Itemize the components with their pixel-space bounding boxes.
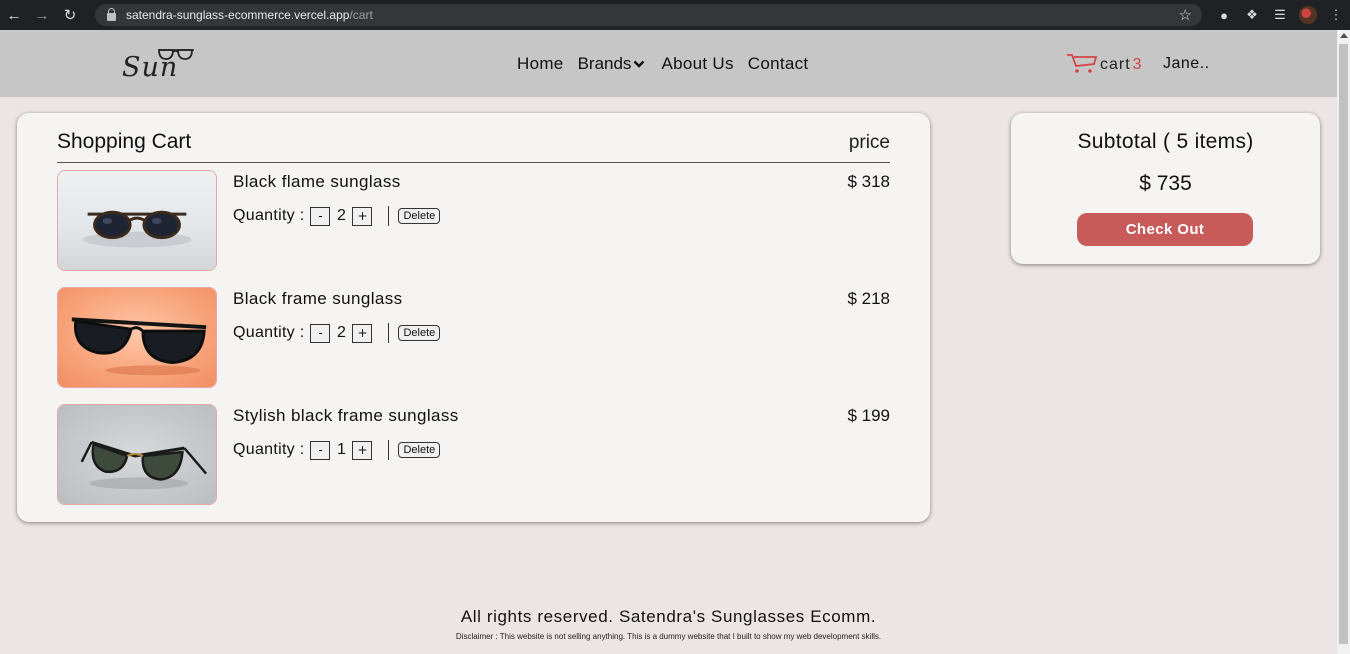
footer-disclaimer: Disclaimer : This website is not selling… <box>455 632 882 641</box>
reload-icon[interactable]: ↻ <box>56 0 84 30</box>
page-scrollbar[interactable] <box>1337 30 1350 654</box>
cart-icon <box>1067 54 1098 73</box>
divider <box>388 323 390 343</box>
profile-avatar[interactable] <box>1294 0 1322 30</box>
scrollbar-thumb[interactable] <box>1339 44 1348 644</box>
nav-brands-label: Brands <box>577 54 632 73</box>
extensions-area: ● ❖ ☰ ⋮ <box>1210 0 1350 30</box>
product-price: $ 218 <box>847 289 890 308</box>
menu-kebab-icon[interactable]: ⋮ <box>1322 0 1350 30</box>
site-logo[interactable]: Sun <box>122 44 194 84</box>
back-icon[interactable]: ← <box>0 0 28 30</box>
address-bar[interactable]: satendra-sunglass-ecommerce.vercel.app/c… <box>95 4 1202 26</box>
quantity-stepper: Quantity : - 1 + Delete <box>233 440 441 460</box>
quantity-stepper: Quantity : - 2 + Delete <box>233 206 441 226</box>
quantity-value: 1 <box>337 441 346 458</box>
puzzle-icon[interactable]: ❖ <box>1238 0 1266 30</box>
quantity-stepper: Quantity : - 2 + Delete <box>233 323 441 343</box>
subtotal-panel: Subtotal ( 5 items) $ 735 Check Out <box>1011 113 1320 264</box>
media-queue-icon[interactable]: ☰ <box>1266 0 1294 30</box>
footer-rights: All rights reserved. Satendra's Sunglass… <box>460 607 877 626</box>
browser-toolbar: ← → ↻ satendra-sunglass-ecommerce.vercel… <box>0 0 1350 30</box>
delete-button[interactable]: Delete <box>398 325 441 341</box>
product-image[interactable] <box>57 287 217 388</box>
cart-count-badge: 3 <box>1132 56 1142 73</box>
quantity-value: 2 <box>337 324 346 341</box>
user-name[interactable]: Jane.. <box>1163 55 1210 73</box>
quantity-label: Quantity : <box>233 441 305 458</box>
divider <box>57 162 890 163</box>
product-image[interactable] <box>57 170 217 271</box>
increase-quantity-button[interactable]: + <box>352 323 373 343</box>
url-host: satendra-sunglass-ecommerce.vercel.app <box>126 8 350 22</box>
cart-title: Shopping Cart <box>57 130 192 153</box>
main-nav: Home Brands About Us Contact <box>517 54 822 74</box>
nav-home[interactable]: Home <box>517 54 564 74</box>
subtotal-amount: $ 735 <box>1139 172 1192 195</box>
cart-item: Stylish black frame sunglass $ 199 Quant… <box>57 404 890 505</box>
extension-icon[interactable]: ● <box>1210 0 1238 30</box>
cart-item: Black frame sunglass $ 218 Quantity : - … <box>57 287 890 388</box>
increase-quantity-button[interactable]: + <box>352 440 373 460</box>
lock-icon <box>107 7 116 21</box>
url-path: /cart <box>349 8 373 22</box>
product-name[interactable]: Stylish black frame sunglass <box>233 406 459 426</box>
decrease-quantity-button[interactable]: - <box>310 323 331 343</box>
chevron-down-icon <box>634 60 645 68</box>
product-name[interactable]: Black flame sunglass <box>233 172 401 192</box>
shopping-cart-panel: Shopping Cart price Black flame sunglass… <box>17 113 930 522</box>
product-price: $ 318 <box>847 172 890 191</box>
product-image[interactable] <box>57 404 217 505</box>
delete-button[interactable]: Delete <box>398 208 441 224</box>
decrease-quantity-button[interactable]: - <box>310 440 331 460</box>
site-header: Sun Home Brands About Us Contact cart 3 … <box>0 30 1337 97</box>
glasses-icon <box>158 49 194 60</box>
decrease-quantity-button[interactable]: - <box>310 206 331 226</box>
cart-link[interactable]: cart 3 <box>1066 52 1142 74</box>
nav-contact[interactable]: Contact <box>748 54 809 74</box>
quantity-value: 2 <box>337 207 346 224</box>
cart-label: cart <box>1100 56 1131 73</box>
divider <box>388 440 390 460</box>
nav-about[interactable]: About Us <box>661 54 733 74</box>
price-column-header: price <box>848 132 890 153</box>
product-price: $ 199 <box>847 406 890 425</box>
forward-icon[interactable]: → <box>28 0 56 30</box>
delete-button[interactable]: Delete <box>398 442 441 458</box>
subtotal-title: Subtotal ( 5 items) <box>1077 130 1254 153</box>
checkout-button[interactable]: Check Out <box>1077 213 1253 246</box>
increase-quantity-button[interactable]: + <box>352 206 373 226</box>
scroll-up-arrow-icon[interactable] <box>1340 33 1348 38</box>
bookmark-star-icon[interactable]: ☆ <box>1179 6 1192 24</box>
cart-item: Black flame sunglass $ 318 Quantity : - … <box>57 170 890 271</box>
divider <box>388 206 390 226</box>
quantity-label: Quantity : <box>233 207 305 224</box>
product-name[interactable]: Black frame sunglass <box>233 289 403 309</box>
quantity-label: Quantity : <box>233 324 305 341</box>
nav-brands-dropdown[interactable]: Brands <box>578 54 646 74</box>
